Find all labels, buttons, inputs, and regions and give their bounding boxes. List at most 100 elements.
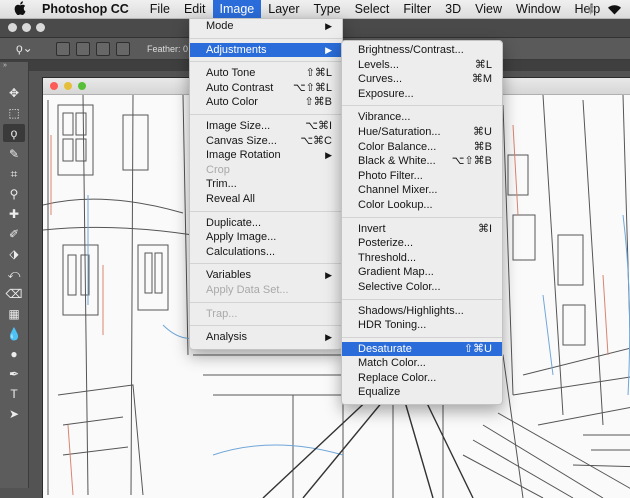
image-menu-item-variables[interactable]: Variables ▶ xyxy=(190,268,342,283)
adjustments-item-levels[interactable]: Levels... ⌘L xyxy=(342,58,502,73)
tools-panel: » ✥ ⬚ ϙ ✎ ⌗ ⚲ ✚ ✐ ⬗ ⤺ ⌫ ▦ 💧 ● ✒ T ➤ xyxy=(0,62,29,488)
menu-item-label: Exposure... xyxy=(358,87,414,100)
image-menu-item-trap: Trap... xyxy=(190,307,342,322)
adjustments-item-curves[interactable]: Curves... ⌘M xyxy=(342,72,502,87)
path-selection-tool-icon[interactable]: ➤ xyxy=(3,405,25,423)
bluetooth-icon[interactable] xyxy=(587,3,595,15)
intersect-selection-icon[interactable] xyxy=(116,42,130,56)
panel-collapse-icon[interactable]: » xyxy=(0,62,31,70)
menu-separator xyxy=(190,61,342,63)
crop-tool-icon[interactable]: ⌗ xyxy=(3,165,25,183)
adjustments-item-color-balance[interactable]: Color Balance... ⌘B xyxy=(342,140,502,155)
zoom-window-button[interactable] xyxy=(36,23,45,32)
wifi-icon[interactable] xyxy=(607,4,622,15)
menu-window[interactable]: Window xyxy=(509,0,567,18)
menu-item-label: Image Size... xyxy=(206,119,271,132)
menu-edit[interactable]: Edit xyxy=(177,0,213,18)
document-minimize-button[interactable] xyxy=(64,82,72,90)
image-menu-item-canvas-size[interactable]: Canvas Size... ⌥⌘C xyxy=(190,134,342,149)
eraser-tool-icon[interactable]: ⌫ xyxy=(3,285,25,303)
menu-3d[interactable]: 3D xyxy=(438,0,468,18)
pen-tool-icon[interactable]: ✒ xyxy=(3,365,25,383)
dodge-tool-icon[interactable]: ● xyxy=(3,345,25,363)
app-name-menu[interactable]: Photoshop CC xyxy=(42,2,129,16)
image-menu-dropdown: Mode ▶ Adjustments ▶ Auto Tone ⇧⌘L Auto Contra… xyxy=(189,18,343,350)
image-menu-item-calculations[interactable]: Calculations... xyxy=(190,245,342,260)
menu-layer[interactable]: Layer xyxy=(261,0,306,18)
menu-view[interactable]: View xyxy=(468,0,509,18)
image-menu-item-apply-image[interactable]: Apply Image... xyxy=(190,230,342,245)
menu-item-label: Hue/Saturation... xyxy=(358,125,441,138)
menu-select[interactable]: Select xyxy=(348,0,397,18)
image-menu-item-auto-tone[interactable]: Auto Tone ⇧⌘L xyxy=(190,66,342,81)
adjustments-item-channel-mixer[interactable]: Channel Mixer... xyxy=(342,183,502,198)
lasso-tool-icon[interactable]: ϙ xyxy=(3,124,25,142)
eyedropper-tool-icon[interactable]: ⚲ xyxy=(3,185,25,203)
brush-tool-icon[interactable]: ✐ xyxy=(3,225,25,243)
image-menu-item-reveal-all[interactable]: Reveal All xyxy=(190,192,342,207)
blur-tool-icon[interactable]: 💧 xyxy=(3,325,25,343)
adjustments-item-gradient-map[interactable]: Gradient Map... xyxy=(342,265,502,280)
menu-filter[interactable]: Filter xyxy=(396,0,438,18)
image-menu-item-mode[interactable]: Mode ▶ xyxy=(190,19,342,34)
history-brush-tool-icon[interactable]: ⤺ xyxy=(3,265,25,283)
adjustments-item-vibrance[interactable]: Vibrance... xyxy=(342,110,502,125)
menu-file[interactable]: File xyxy=(143,0,177,18)
adjustments-item-replace-color[interactable]: Replace Color... xyxy=(342,371,502,386)
gradient-tool-icon[interactable]: ▦ xyxy=(3,305,25,323)
image-menu-item-trim[interactable]: Trim... xyxy=(190,177,342,192)
marquee-tool-icon[interactable]: ⬚ xyxy=(3,104,25,122)
adjustments-item-shadows-highlights[interactable]: Shadows/Highlights... xyxy=(342,304,502,319)
clone-stamp-tool-icon[interactable]: ⬗ xyxy=(3,245,25,263)
menu-item-label: Desaturate xyxy=(358,342,412,355)
menu-item-label: Shadows/Highlights... xyxy=(358,304,464,317)
menu-item-label: Gradient Map... xyxy=(358,266,434,279)
menu-image[interactable]: Image xyxy=(212,0,262,18)
subtract-from-selection-icon[interactable] xyxy=(96,42,110,56)
apple-logo-icon[interactable] xyxy=(14,0,36,18)
adjustments-item-selective-color[interactable]: Selective Color... xyxy=(342,280,502,295)
adjustments-item-match-color[interactable]: Match Color... xyxy=(342,356,502,371)
adjustments-item-brightness-contrast[interactable]: Brightness/Contrast... xyxy=(342,43,502,58)
adjustments-item-hdr-toning[interactable]: HDR Toning... xyxy=(342,318,502,333)
lasso-preset-icon[interactable]: ϙ⌄ xyxy=(16,41,33,55)
menu-item-label: Match Color... xyxy=(358,357,426,370)
image-menu-item-adjustments[interactable]: Adjustments ▶ xyxy=(190,42,342,58)
adjustments-item-posterize[interactable]: Posterize... xyxy=(342,236,502,251)
adjustments-item-color-lookup[interactable]: Color Lookup... xyxy=(342,198,502,213)
close-window-button[interactable] xyxy=(8,23,17,32)
new-selection-icon[interactable] xyxy=(56,42,70,56)
document-zoom-button[interactable] xyxy=(78,82,86,90)
document-close-button[interactable] xyxy=(50,82,58,90)
add-to-selection-icon[interactable] xyxy=(76,42,90,56)
type-tool-icon[interactable]: T xyxy=(3,385,25,403)
menu-item-shortcut: ⌘I xyxy=(477,222,492,235)
adjustments-item-hue-saturation[interactable]: Hue/Saturation... ⌘U xyxy=(342,125,502,140)
menu-separator xyxy=(190,113,342,115)
image-menu-item-auto-contrast[interactable]: Auto Contrast ⌥⇧⌘L xyxy=(190,81,342,96)
submenu-arrow-icon: ▶ xyxy=(325,21,332,31)
move-tool-icon[interactable]: ✥ xyxy=(3,84,25,102)
submenu-arrow-icon: ▶ xyxy=(325,44,332,55)
adjustments-item-invert[interactable]: Invert ⌘I xyxy=(342,222,502,237)
adjustments-item-threshold[interactable]: Threshold... xyxy=(342,251,502,266)
image-menu-item-auto-color[interactable]: Auto Color ⇧⌘B xyxy=(190,95,342,110)
menu-item-label: Variables xyxy=(206,269,252,282)
healing-brush-tool-icon[interactable]: ✚ xyxy=(3,205,25,223)
image-menu-item-duplicate[interactable]: Duplicate... xyxy=(190,216,342,231)
adjustments-item-black-white[interactable]: Black & White... ⌥⇧⌘B xyxy=(342,154,502,169)
menu-item-label: Replace Color... xyxy=(358,371,437,384)
minimize-window-button[interactable] xyxy=(22,23,31,32)
adjustments-item-desaturate[interactable]: Desaturate ⇧⌘U xyxy=(342,341,502,357)
quick-selection-tool-icon[interactable]: ✎ xyxy=(3,145,25,163)
menu-type[interactable]: Type xyxy=(307,0,348,18)
adjustments-item-equalize[interactable]: Equalize xyxy=(342,385,502,400)
adjustments-item-photo-filter[interactable]: Photo Filter... xyxy=(342,169,502,184)
menu-item-label: Calculations... xyxy=(206,245,276,258)
adjustments-item-exposure[interactable]: Exposure... xyxy=(342,87,502,102)
image-menu-item-image-size[interactable]: Image Size... ⌥⌘I xyxy=(190,119,342,134)
menu-item-label: Mode xyxy=(206,20,234,32)
image-menu-item-analysis[interactable]: Analysis ▶ xyxy=(190,330,342,345)
feather-input[interactable]: 0 xyxy=(183,44,188,54)
image-menu-item-image-rotation[interactable]: Image Rotation ▶ xyxy=(190,148,342,163)
